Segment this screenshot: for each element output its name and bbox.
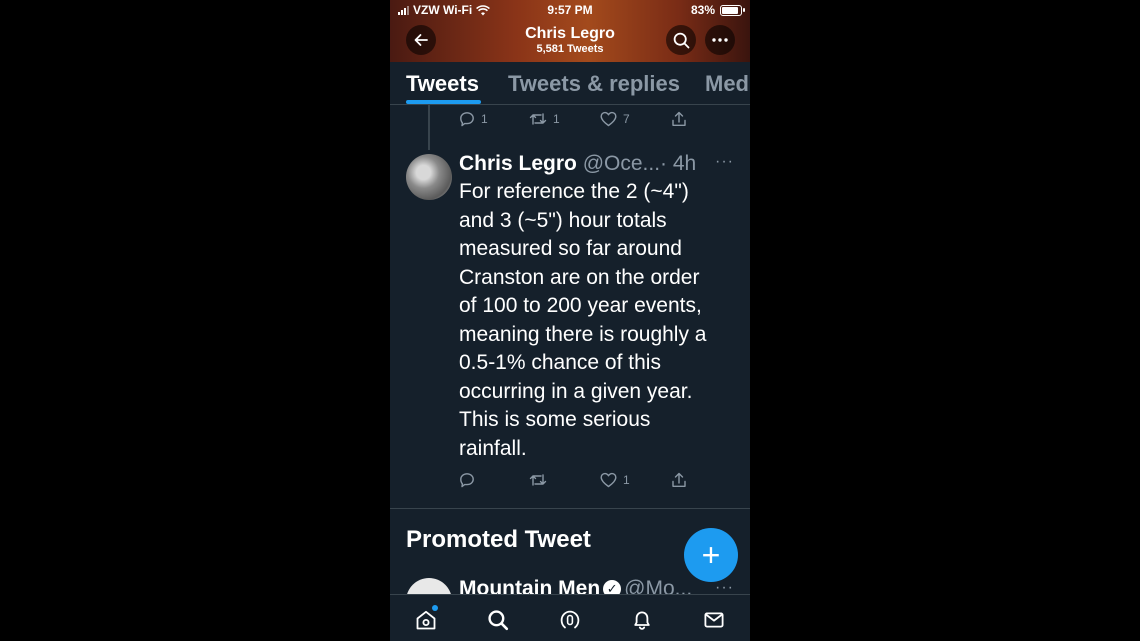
tweet-line: and 3 (~5") hour totals [459,208,667,232]
reply-button[interactable] [459,472,475,488]
spaces-icon [560,610,580,629]
tab-media[interactable]: Med [705,71,749,97]
share-button[interactable] [671,472,687,488]
new-content-dot [432,605,438,611]
retweet-count: 1 [553,112,560,126]
retweet-icon [529,113,547,125]
tweet-line: meaning there is roughly a [459,322,707,346]
avatar[interactable] [406,154,452,200]
like-button[interactable]: 7 [600,111,630,127]
reply-button[interactable]: 1 [459,111,488,127]
more-horizontal-icon [712,38,728,42]
tab-tweets-replies[interactable]: Tweets & replies [508,71,680,97]
tweet-line: 0.5-1% chance of this [459,351,661,374]
mail-icon [704,612,724,628]
share-button[interactable] [671,111,687,127]
tweet-line: For reference the 2 (~4") [459,180,689,203]
profile-name: Chris Legro [525,25,615,42]
tweet-line: This is some serious [459,408,651,431]
nav-explore[interactable] [485,607,511,633]
phone-screen: VZW Wi-Fi 9:57 PM 83% Chris Legro 5,581 … [390,0,750,641]
reply-icon [460,112,474,127]
tweet-divider [390,508,750,509]
tab-active-indicator [406,100,481,104]
status-bar: VZW Wi-Fi 9:57 PM 83% [390,2,750,20]
heart-icon [600,111,617,127]
tweet-line: of 100 to 200 year events, [459,294,702,317]
share-icon [672,111,686,126]
retweet-icon [529,474,547,486]
like-count: 7 [623,112,630,126]
home-icon [416,610,436,630]
nav-messages[interactable] [701,607,727,633]
tweet-line: occurring in a given year. [459,379,693,403]
retweet-button[interactable]: 1 [529,111,560,127]
reply-count: 1 [481,112,488,126]
search-icon [488,610,509,631]
more-button[interactable] [705,25,735,55]
reply-icon [460,473,474,488]
like-button[interactable]: 1 [600,472,630,488]
compose-tweet-button[interactable]: + [684,528,738,582]
profile-header: VZW Wi-Fi 9:57 PM 83% Chris Legro 5,581 … [390,0,750,62]
tweet-author-name[interactable]: Chris Legro [459,152,577,175]
battery-percent: 83% [690,3,715,17]
tweet-count: 5,581 Tweets [536,43,604,55]
bottom-nav [390,594,750,641]
tweet-line: measured so far around [459,237,682,260]
tweet-time: · 4h [660,152,697,175]
tweet-line: Cranston are on the order [459,265,700,289]
tab-tweets[interactable]: Tweets [406,71,479,97]
retweet-button[interactable] [529,472,547,488]
tweet-actions: 1 [459,472,699,492]
tweet-header: Chris Legro @Oce...· 4h [459,151,696,177]
tweet-more-icon[interactable]: ··· [715,153,734,171]
battery-icon [720,4,745,16]
thread-line [428,104,430,150]
share-icon [672,472,686,487]
bell-icon [634,611,650,630]
heart-icon [600,472,617,488]
previous-tweet-actions: 1 1 7 [459,111,699,131]
tweet-line: rainfall. [459,436,527,460]
nav-notifications[interactable] [629,607,655,633]
tweet-text: For reference the 2 (~4") and 3 (~5") ho… [459,178,744,463]
nav-spaces[interactable] [557,607,583,633]
search-icon [673,32,689,48]
profile-tabs: Tweets Tweets & replies Med [390,62,750,105]
nav-home[interactable] [413,605,439,633]
tweet-author-handle[interactable]: @Oce... [583,152,660,175]
promoted-heading: Promoted Tweet [406,526,591,553]
status-right: 83% [690,3,745,17]
search-button[interactable] [666,25,696,55]
like-count: 1 [623,473,630,487]
